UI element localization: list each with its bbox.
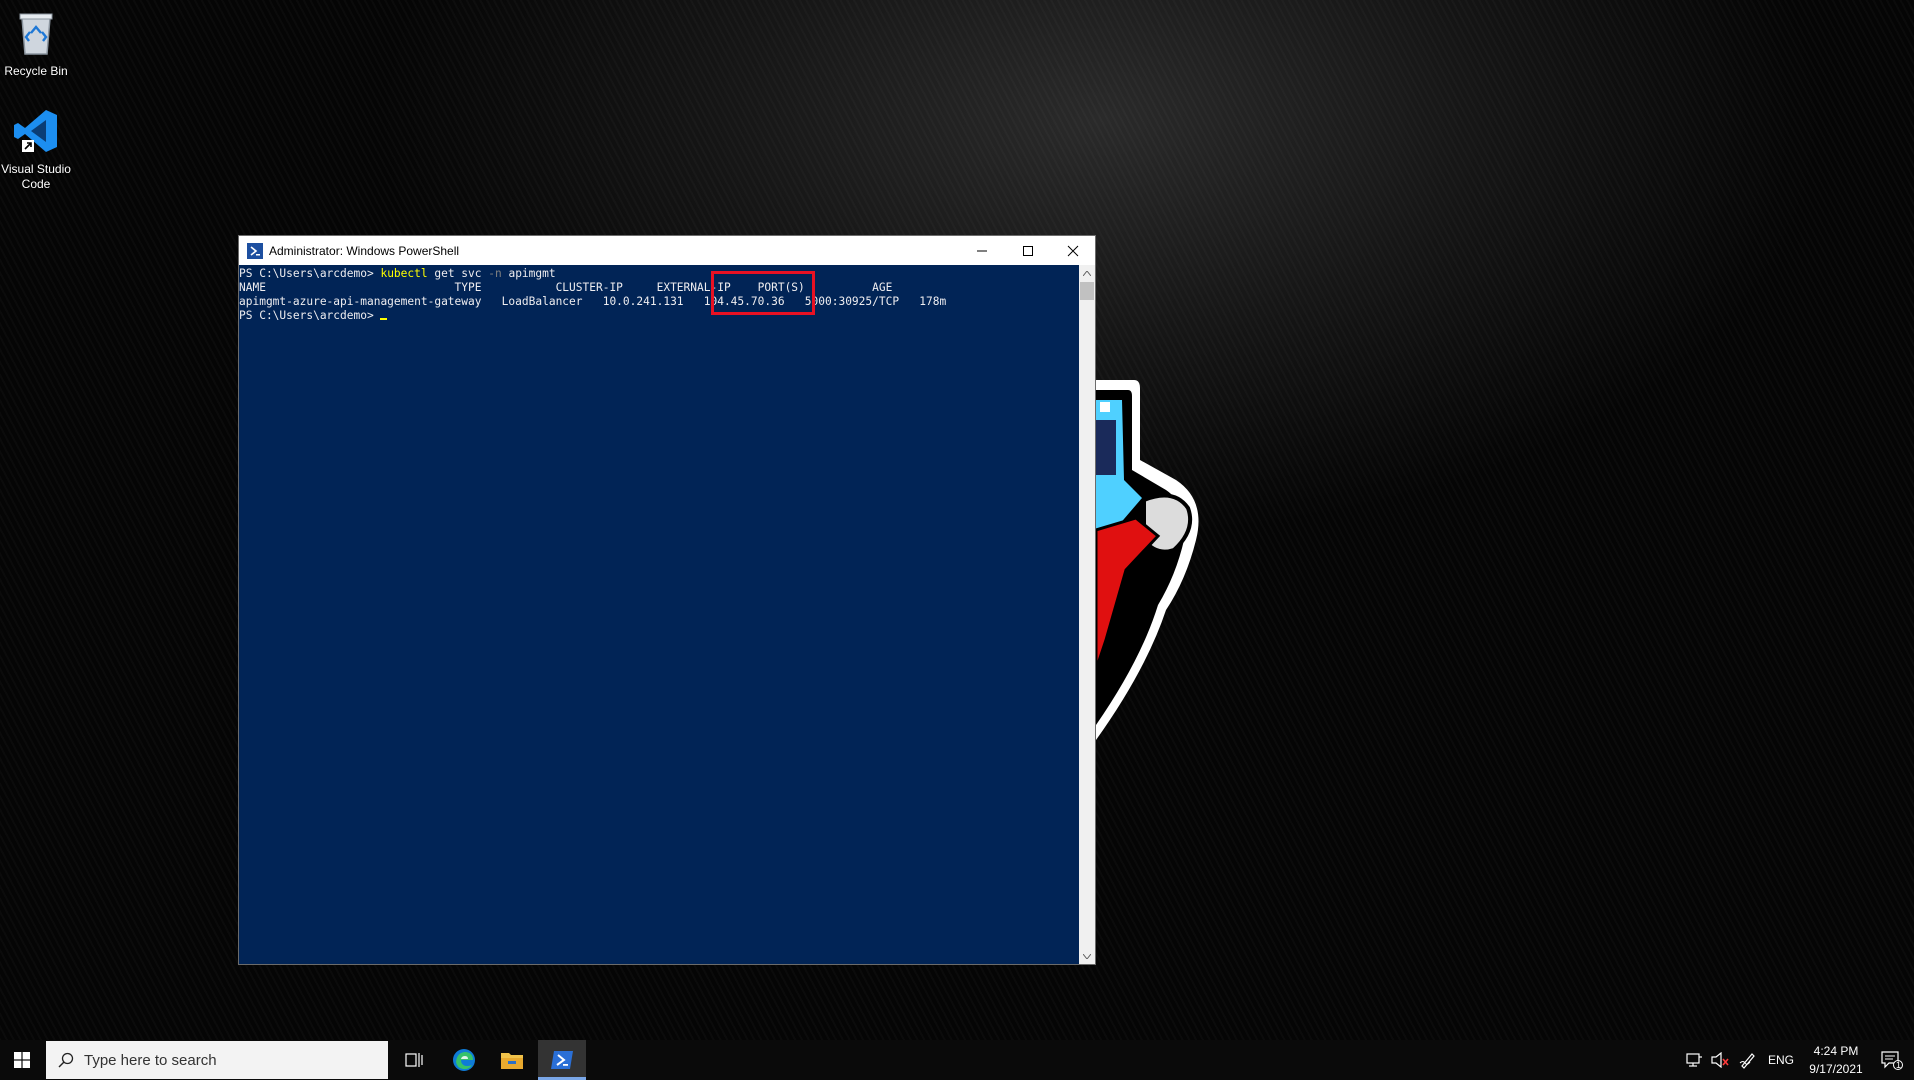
title-bar[interactable]: Administrator: Windows PowerShell: [239, 236, 1095, 265]
console-output[interactable]: PS C:\Users\arcdemo> kubectl get svc -n …: [239, 265, 1081, 964]
external-ip-highlight-box: [711, 271, 815, 315]
taskbar-powershell-button[interactable]: [538, 1040, 586, 1080]
taskbar-file-explorer-button[interactable]: [488, 1040, 536, 1080]
task-view-button[interactable]: [392, 1040, 436, 1080]
recycle-bin-label: Recycle Bin: [4, 64, 68, 78]
prompt-text: PS C:\Users\arcdemo>: [239, 267, 381, 280]
table-data-row: apimgmt-azure-api-management-gateway Loa…: [239, 295, 947, 308]
current-prompt-line[interactable]: PS C:\Users\arcdemo>: [239, 309, 1081, 323]
volume-tray-button[interactable]: [1708, 1040, 1732, 1080]
network-tray-button[interactable]: [1682, 1040, 1706, 1080]
input-language-indicator[interactable]: ENG: [1766, 1040, 1796, 1080]
folder-icon: [501, 1053, 523, 1069]
close-button[interactable]: [1050, 236, 1096, 265]
volume-muted-icon: [1711, 1052, 1729, 1068]
desktop-icon-vscode[interactable]: Visual Studio Code: [0, 108, 72, 192]
search-icon: [58, 1052, 74, 1068]
prompt-text-current: PS C:\Users\arcdemo>: [239, 309, 381, 322]
scrollbar-thumb[interactable]: [1080, 282, 1094, 300]
task-view-icon: [405, 1053, 423, 1067]
windows-logo-icon: [14, 1052, 30, 1068]
action-center-button[interactable]: 1: [1872, 1040, 1912, 1080]
command-args: get svc: [427, 267, 489, 280]
pen-workspace-tray-button[interactable]: [1736, 1040, 1760, 1080]
vertical-scrollbar[interactable]: [1079, 265, 1095, 964]
maximize-button[interactable]: [1005, 236, 1051, 265]
powershell-icon: [247, 242, 263, 259]
desktop-icon-recycle-bin[interactable]: Recycle Bin: [0, 8, 72, 79]
taskbar: Type here to search ENG 4:24 PM 9/17/202…: [0, 1040, 1914, 1080]
command-flag: -n: [488, 267, 502, 280]
clock-time: 4:24 PM: [1813, 1044, 1859, 1058]
minimize-button[interactable]: [959, 236, 1005, 265]
network-icon: [1686, 1053, 1702, 1067]
wallpaper-mascot-image: [1094, 380, 1246, 750]
scroll-up-icon[interactable]: [1079, 265, 1095, 281]
powershell-taskbar-icon: [551, 1051, 573, 1069]
vscode-label: Visual Studio Code: [1, 162, 71, 191]
table-header-row: NAME TYPE CLUSTER-IP EXTERNAL-IP PORT(S)…: [239, 281, 893, 294]
scroll-down-icon[interactable]: [1079, 948, 1095, 964]
pen-icon: [1739, 1053, 1755, 1069]
clock-date: 9/17/2021: [1809, 1062, 1863, 1076]
notification-count-badge: 1: [1896, 1060, 1902, 1070]
text-cursor: [380, 318, 388, 320]
taskbar-edge-button[interactable]: [440, 1040, 488, 1080]
command-args-namespace: apimgmt: [501, 267, 556, 280]
command-line: PS C:\Users\arcdemo> kubectl get svc -n …: [239, 267, 1081, 281]
edge-browser-icon: [453, 1049, 475, 1071]
powershell-window[interactable]: Administrator: Windows PowerShell PS C:\…: [238, 235, 1096, 965]
command-text: kubectl: [380, 267, 428, 280]
vscode-icon: [0, 108, 72, 158]
window-title: Administrator: Windows PowerShell: [269, 243, 460, 258]
recycle-bin-icon: [0, 8, 72, 60]
taskbar-search-box[interactable]: Type here to search: [46, 1041, 388, 1079]
search-placeholder: Type here to search: [84, 1051, 217, 1069]
start-button[interactable]: [0, 1040, 44, 1080]
clock-button[interactable]: 4:24 PM 9/17/2021: [1800, 1042, 1872, 1078]
